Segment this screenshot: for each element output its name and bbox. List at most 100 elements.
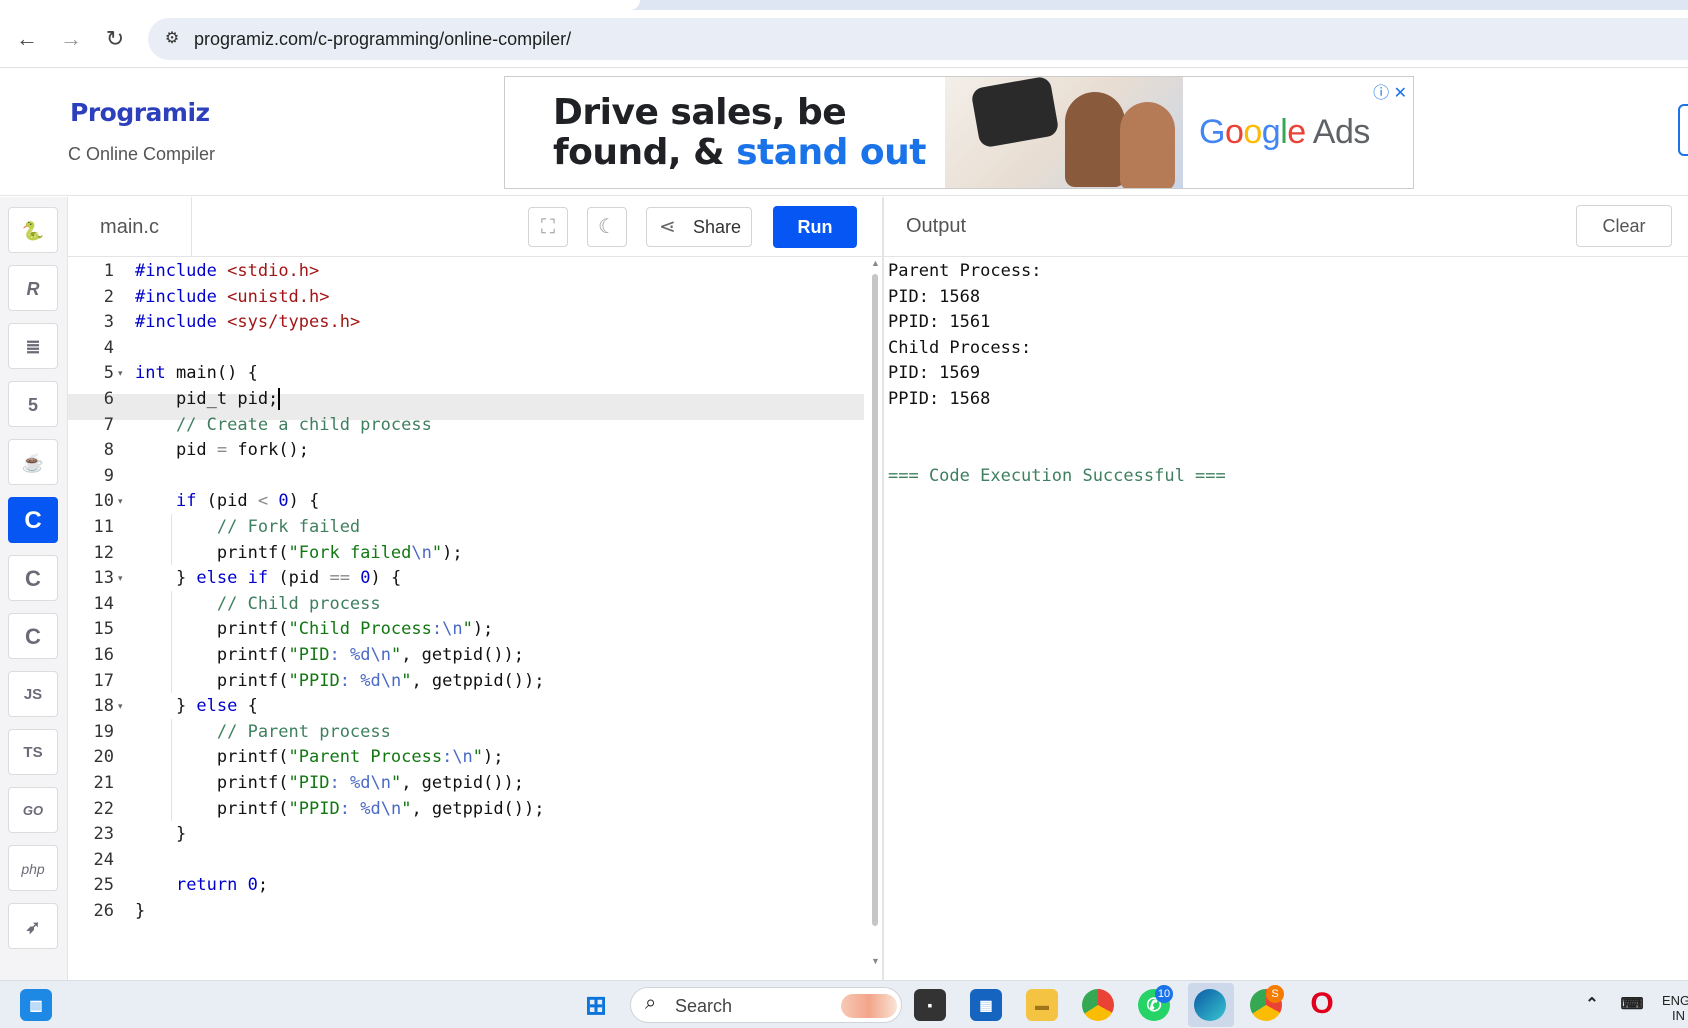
code-line[interactable]: int main() {: [135, 360, 258, 388]
forward-icon[interactable]: →: [58, 26, 84, 52]
code-line[interactable]: #include <unistd.h>: [135, 284, 330, 312]
address-bar[interactable]: ⚙ programiz.com/c-programming/online-com…: [148, 18, 1688, 60]
fold-toggle-icon[interactable]: ▾: [118, 693, 123, 721]
ad-image: [945, 77, 1183, 188]
scrollbar-thumb[interactable]: [872, 274, 878, 926]
task-view-icon[interactable]: ▪: [914, 989, 946, 1021]
file-explorer-icon[interactable]: ▬: [1026, 989, 1058, 1021]
code-line[interactable]: }: [135, 821, 186, 849]
page-subtitle: C Online Compiler: [68, 144, 216, 164]
code-line[interactable]: // Create a child process: [135, 412, 432, 440]
cpp-language-icon[interactable]: C: [8, 555, 58, 601]
scroll-down-icon[interactable]: ▼: [871, 956, 880, 966]
python-language-icon[interactable]: 🐍: [8, 207, 58, 253]
go-language-icon[interactable]: GO: [8, 787, 58, 833]
browser-toolbar: ← → ↻ ⚙ programiz.com/c-programming/onli…: [0, 10, 1688, 68]
code-line[interactable]: printf("Child Process:\n");: [135, 616, 493, 644]
indent-guide: [171, 718, 172, 822]
search-highlight-image: [841, 994, 897, 1018]
code-line[interactable]: }: [135, 898, 145, 926]
widgets-icon[interactable]: ▥: [20, 989, 52, 1021]
typescript-language-icon[interactable]: TS: [8, 729, 58, 775]
javascript-language-icon[interactable]: JS: [8, 671, 58, 717]
header-action-button[interactable]: [1678, 104, 1688, 156]
clear-button[interactable]: Clear: [1576, 205, 1672, 247]
show-hidden-icons-icon[interactable]: ⌃: [1576, 989, 1608, 1021]
line-number: 4: [103, 337, 114, 358]
active-browser-tab[interactable]: [0, 0, 640, 10]
html-language-icon[interactable]: 5: [8, 381, 58, 427]
code-line[interactable]: return 0;: [135, 872, 268, 900]
fold-toggle-icon[interactable]: ▾: [118, 488, 123, 516]
ad-close-icon[interactable]: ⓘ ✕: [1373, 79, 1407, 103]
code-editor[interactable]: 1 2 3 4 5 ▾ 6 7 8 9 10 ▾ 11 12 13 ▾ 14 15 16 17 18 ▾ 19 20 21 22 2…: [68, 258, 882, 982]
swift-language-icon[interactable]: ➶: [8, 903, 58, 949]
line-number: 21: [93, 773, 114, 793]
line-number: 17: [93, 670, 114, 691]
microsoft-store-icon[interactable]: ▦: [970, 989, 1002, 1021]
line-number: 10: [93, 491, 114, 512]
text-cursor: [278, 388, 281, 410]
keyboard-icon[interactable]: ⌨: [1616, 989, 1648, 1021]
code-line[interactable]: pid_t pid;: [135, 386, 281, 414]
run-button[interactable]: Run: [773, 206, 857, 248]
chrome-icon[interactable]: [1082, 989, 1114, 1021]
file-tab-main-c[interactable]: main.c: [68, 197, 192, 257]
csharp-language-icon[interactable]: C: [8, 613, 58, 659]
site-info-icon[interactable]: ⚙: [160, 27, 184, 51]
line-number: 13: [93, 568, 114, 589]
programiz-logo[interactable]: Programiz: [70, 98, 210, 127]
code-line[interactable]: printf("PID: %d\n", getpid());: [135, 770, 524, 798]
whatsapp-badge: 10: [1155, 985, 1173, 1003]
url-text[interactable]: programiz.com/c-programming/online-compi…: [194, 29, 571, 50]
start-menu-icon[interactable]: ⊞: [580, 989, 612, 1021]
advertisement-banner[interactable]: Drive sales, be found, & stand out Googl…: [504, 76, 1414, 189]
line-number: 11: [93, 517, 114, 537]
code-line[interactable]: } else if (pid == 0) {: [135, 565, 401, 593]
fold-toggle-icon[interactable]: ▾: [118, 565, 123, 593]
code-line[interactable]: printf("PPID: %d\n", getppid());: [135, 796, 545, 824]
code-line[interactable]: printf("PID: %d\n", getpid());: [135, 642, 524, 670]
php-language-icon[interactable]: php: [8, 845, 58, 891]
code-line[interactable]: if (pid < 0) {: [135, 488, 319, 516]
code-line[interactable]: #include <stdio.h>: [135, 258, 319, 286]
reload-icon[interactable]: ↻: [102, 26, 128, 52]
code-line[interactable]: pid = fork();: [135, 437, 309, 465]
share-button[interactable]: ⋖ Share: [646, 207, 752, 247]
java-language-icon[interactable]: ☕: [8, 439, 58, 485]
language-indicator[interactable]: ENG IN: [1662, 993, 1688, 1023]
edge-icon[interactable]: [1194, 989, 1226, 1021]
indent-guide: [171, 590, 172, 694]
line-number: 25: [93, 875, 114, 896]
code-line[interactable]: // Parent process: [135, 719, 391, 747]
code-line[interactable]: printf("Parent Process:\n");: [135, 744, 504, 772]
opera-icon[interactable]: O: [1306, 989, 1338, 1021]
taskbar-search[interactable]: ⌕ Search: [630, 987, 902, 1023]
fold-toggle-icon[interactable]: ▾: [118, 360, 123, 388]
dark-mode-icon[interactable]: ☾: [587, 207, 627, 247]
sql-language-icon[interactable]: ≣: [8, 323, 58, 369]
line-number: 20: [93, 747, 114, 768]
line-number: 23: [93, 824, 114, 845]
output-line: PPID: 1561: [888, 312, 991, 333]
code-line[interactable]: printf("PPID: %d\n", getppid());: [135, 668, 545, 696]
execution-status: === Code Execution Successful ===: [888, 465, 1226, 486]
code-line[interactable]: printf("Fork failed\n");: [135, 540, 463, 568]
r-language-icon[interactable]: R: [8, 265, 58, 311]
share-icon: ⋖: [659, 216, 676, 238]
line-number: 26: [93, 901, 114, 921]
code-line[interactable]: } else {: [135, 693, 258, 721]
editor-scrollbar[interactable]: ▲ ▼: [868, 258, 882, 982]
line-number: 3: [103, 312, 114, 333]
scroll-up-icon[interactable]: ▲: [871, 258, 880, 268]
code-line[interactable]: #include <sys/types.h>: [135, 309, 360, 337]
back-icon[interactable]: ←: [14, 26, 40, 52]
output-title: Output: [906, 215, 967, 237]
windows-taskbar: ▥ ⊞ ⌕ Search ▪ ▦ ▬ ✆ 10 S O ⌃ ⌨ ENG IN: [0, 980, 1688, 1028]
c-language-icon[interactable]: C: [8, 497, 58, 543]
fullscreen-icon[interactable]: ⛶: [528, 207, 568, 247]
line-number: 15: [93, 619, 114, 640]
code-line[interactable]: // Fork failed: [135, 514, 360, 542]
output-console: Parent Process: PID: 1568 PPID: 1561 Child …: [884, 258, 1688, 982]
line-number: 14: [93, 593, 114, 614]
